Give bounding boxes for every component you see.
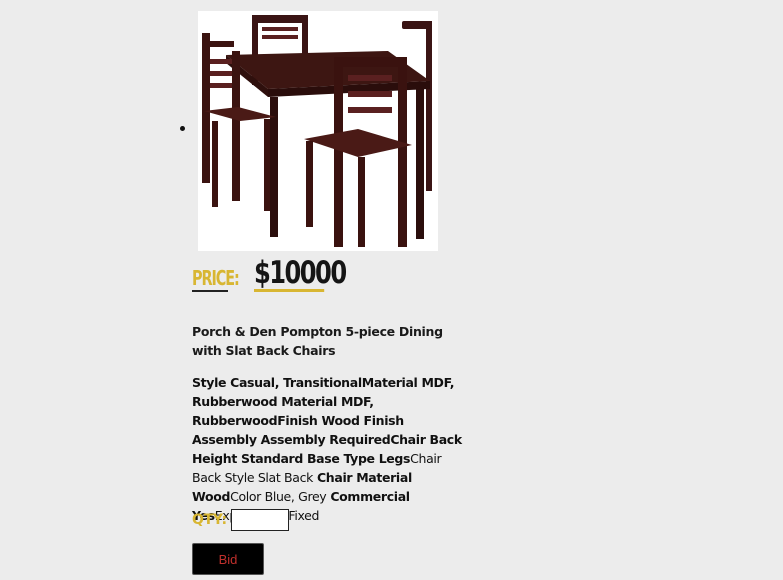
spec-value: Wood Finish	[321, 413, 404, 428]
spec-value: Legs	[378, 451, 411, 466]
spec-key: Material	[361, 375, 422, 390]
spec-value: Casual, Transitional	[230, 375, 362, 390]
spec-value: Slat Back	[257, 470, 313, 485]
bid-button[interactable]: Bid	[192, 543, 264, 575]
qty-label: QTY:	[192, 512, 227, 528]
spec-key: Chair Material	[312, 470, 412, 485]
price-value: $10000	[254, 255, 347, 292]
spec-key: Finish	[277, 413, 322, 428]
spec-value: Blue, Grey	[264, 489, 327, 504]
spec-key: Color	[230, 489, 265, 504]
spec-key: Base Type	[302, 451, 379, 466]
spec-key: Style	[192, 375, 231, 390]
price-label: PRICE:	[192, 266, 240, 292]
spec-value: Wood	[192, 489, 231, 504]
price-row: PRICE: $10000	[192, 252, 347, 292]
qty-row: QTY:	[192, 509, 289, 531]
spec-value: Standard	[240, 451, 303, 466]
product-title: Porch & Den Pompton 5-piece Dining with …	[192, 324, 443, 358]
product-image	[198, 11, 438, 251]
product-specs: Style Casual, TransitionalMaterial MDF, …	[192, 373, 467, 525]
spec-value: Assembly Required	[260, 432, 391, 447]
spec-key: Commercial	[326, 489, 410, 504]
list-bullet	[180, 126, 185, 131]
spec-key: Assembly	[192, 432, 261, 447]
product-page: PRICE: $10000 Porch & Den Pompton 5-piec…	[0, 0, 783, 580]
qty-input[interactable]	[230, 509, 289, 531]
spec-value: Fixed	[288, 508, 320, 523]
spec-key: Material	[277, 394, 341, 409]
